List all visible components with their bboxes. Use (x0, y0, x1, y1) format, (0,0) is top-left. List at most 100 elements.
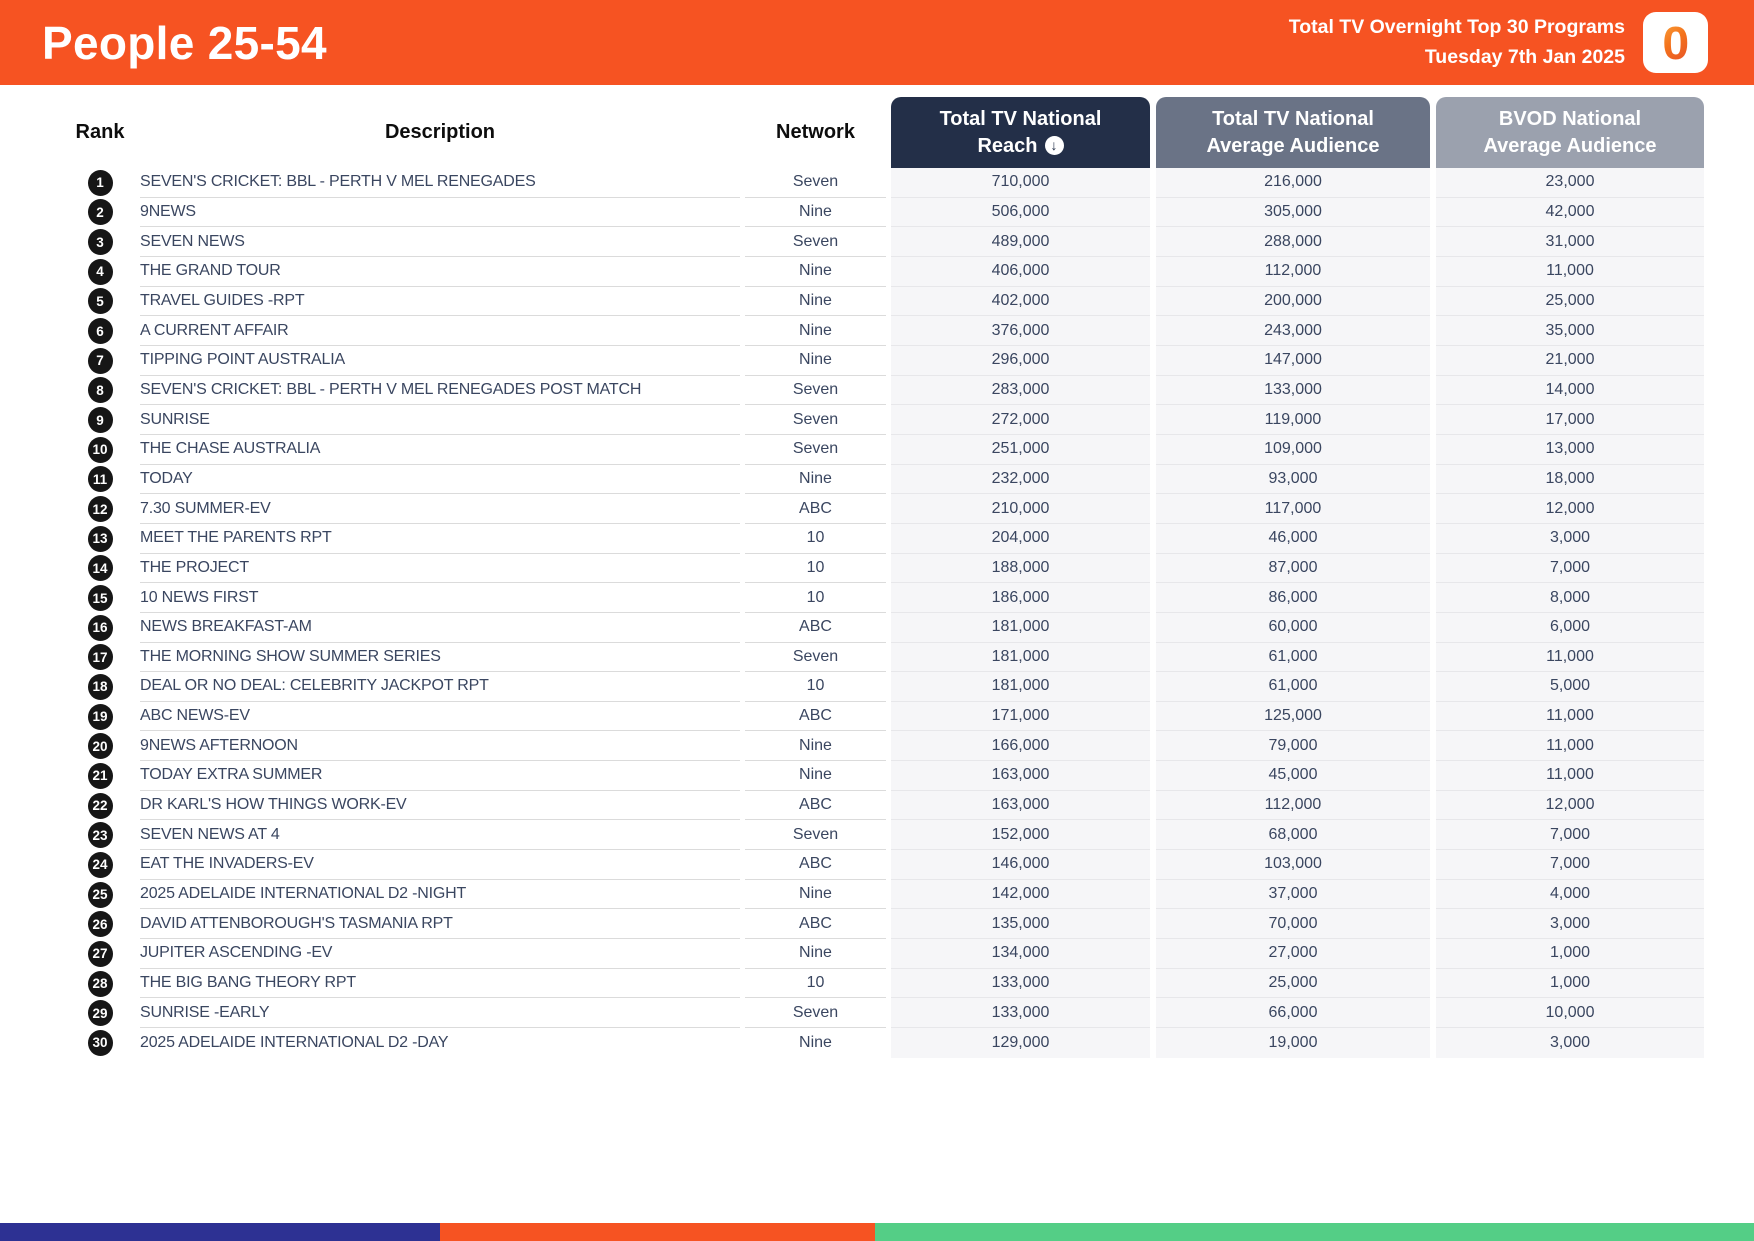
rank-badge: 15 (87, 585, 113, 612)
rank-cell: 10 (60, 435, 140, 465)
bvod-average-audience-value: 7,000 (1436, 850, 1704, 880)
total-tv-average-audience-value: 45,000 (1156, 761, 1430, 791)
description-cell: EAT THE INVADERS-EV (140, 850, 740, 880)
total-tv-reach-value: 181,000 (891, 612, 1150, 643)
description-cell: 9NEWS AFTERNOON (140, 731, 740, 762)
rank-cell: 5 (60, 287, 140, 317)
column-header-network: Network (776, 121, 855, 143)
description-cell: MEET THE PARENTS RPT (140, 524, 740, 554)
total-tv-reach-value: 406,000 (891, 256, 1150, 287)
rank-badge: 19 (87, 703, 113, 730)
bvod-average-audience-value: 1,000 (1436, 968, 1704, 999)
rank-badge: 26 (87, 911, 113, 938)
bvod-average-audience-value: 11,000 (1436, 256, 1704, 287)
bvod-average-audience-value: 18,000 (1436, 464, 1704, 495)
table-row: 6 A CURRENT AFFAIR Nine 376,000 243,000 35,00… (60, 316, 1704, 346)
rank-badge: 18 (87, 673, 113, 700)
description-cell: DAVID ATTENBOROUGH'S TASMANIA RPT (140, 909, 740, 940)
rank-badge: 30 (87, 1029, 113, 1056)
bvod-average-audience-value: 1,000 (1436, 939, 1704, 969)
rank-badge: 11 (87, 466, 113, 493)
total-tv-reach-value: 171,000 (891, 701, 1150, 732)
total-tv-reach-value: 163,000 (891, 761, 1150, 791)
description-cell: TODAY EXTRA SUMMER (140, 761, 740, 791)
bvod-average-audience-value: 11,000 (1436, 731, 1704, 762)
table-row: 21 TODAY EXTRA SUMMER Nine 163,000 45,000 11,… (60, 761, 1704, 791)
rank-badge: 7 (87, 347, 113, 374)
column-header-total-tv-reach[interactable]: Total TV National Reach ↓ (891, 97, 1150, 168)
network-cell: Seven (745, 820, 886, 851)
rank-cell: 27 (60, 939, 140, 969)
report-subtitle: Total TV Overnight Top 30 Programs Tuesd… (1289, 13, 1625, 72)
network-cell: Nine (745, 880, 886, 910)
bvod-average-audience-value: 10,000 (1436, 998, 1704, 1029)
total-tv-average-audience-value: 112,000 (1156, 790, 1430, 821)
description-cell: SEVEN'S CRICKET: BBL - PERTH V MEL RENEG… (140, 168, 740, 198)
rank-badge: 2 (87, 199, 113, 226)
rank-badge: 21 (87, 762, 113, 789)
description-cell: ABC NEWS-EV (140, 702, 740, 732)
total-tv-reach-value: 133,000 (891, 968, 1150, 999)
total-tv-reach-value: 272,000 (891, 405, 1150, 435)
table-row: 1 SEVEN'S CRICKET: BBL - PERTH V MEL RENE… (60, 168, 1704, 198)
total-tv-reach-value: 134,000 (891, 939, 1150, 969)
total-tv-reach-value: 402,000 (891, 286, 1150, 317)
total-tv-average-audience-value: 70,000 (1156, 909, 1430, 940)
total-tv-reach-value: 251,000 (891, 434, 1150, 465)
rank-cell: 26 (60, 909, 140, 939)
total-tv-reach-value: 129,000 (891, 1028, 1150, 1058)
total-tv-average-audience-value: 93,000 (1156, 464, 1430, 495)
bvod-average-audience-value: 3,000 (1436, 909, 1704, 940)
network-cell: Seven (745, 998, 886, 1029)
bvod-average-audience-value: 11,000 (1436, 761, 1704, 791)
description-cell: SEVEN NEWS AT 4 (140, 820, 740, 851)
rank-cell: 22 (60, 791, 140, 821)
network-cell: Nine (799, 1033, 832, 1051)
rank-badge: 14 (87, 555, 113, 582)
table-row: 14 THE PROJECT 10 188,000 87,000 7,000 (60, 553, 1704, 584)
table-row: 25 2025 ADELAIDE INTERNATIONAL D2 -NIGHT N… (60, 879, 1704, 910)
table-row: 13 MEET THE PARENTS RPT 10 204,000 46,000 3,0… (60, 523, 1704, 554)
bvod-average-audience-value: 42,000 (1436, 197, 1704, 228)
total-tv-average-audience-value: 119,000 (1156, 405, 1430, 435)
table-row: 4 THE GRAND TOUR Nine 406,000 112,000 11,000 (60, 256, 1704, 287)
total-tv-reach-value: 204,000 (891, 523, 1150, 554)
total-tv-reach-value: 135,000 (891, 909, 1150, 940)
network-cell: ABC (745, 494, 886, 524)
rank-badge: 27 (87, 940, 113, 967)
description-cell: 9NEWS (140, 198, 740, 228)
rank-cell: 21 (60, 761, 140, 791)
description-cell: THE CHASE AUSTRALIA (140, 435, 740, 465)
footer-color-bar (0, 1223, 1754, 1241)
table-row: 11 TODAY Nine 232,000 93,000 18,000 (60, 464, 1704, 495)
total-tv-average-audience-value: 103,000 (1156, 850, 1430, 880)
total-tv-reach-value: 376,000 (891, 316, 1150, 346)
bvod-average-audience-value: 11,000 (1436, 701, 1704, 732)
description-cell: 10 NEWS FIRST (140, 583, 740, 613)
description-cell: TRAVEL GUIDES -RPT (140, 287, 740, 317)
bvod-average-audience-value: 25,000 (1436, 286, 1704, 317)
rank-badge: 6 (87, 318, 113, 345)
network-cell: 10 (745, 554, 886, 584)
rank-cell: 12 (60, 494, 140, 524)
total-tv-average-audience-value: 243,000 (1156, 316, 1430, 346)
rank-cell: 15 (60, 583, 140, 613)
network-cell: ABC (745, 613, 886, 643)
network-cell: Seven (745, 376, 886, 406)
description-cell: SEVEN NEWS (140, 227, 740, 257)
bvod-average-audience-value: 4,000 (1436, 879, 1704, 910)
bvod-average-audience-value: 31,000 (1436, 227, 1704, 257)
network-cell: Seven (745, 168, 886, 198)
table-row: 24 EAT THE INVADERS-EV ABC 146,000 103,000 7,… (60, 850, 1704, 880)
rank-cell: 14 (60, 554, 140, 584)
sort-descending-icon[interactable]: ↓ (1044, 136, 1064, 156)
total-tv-reach-value: 188,000 (891, 553, 1150, 584)
description-cell: 2025 ADELAIDE INTERNATIONAL D2 -NIGHT (140, 880, 740, 910)
table-header-row: Rank Description Network Total TV Nation… (60, 97, 1704, 168)
column-header-description: Description (384, 121, 496, 143)
total-tv-reach-value: 133,000 (891, 998, 1150, 1029)
total-tv-average-audience-value: 86,000 (1156, 583, 1430, 613)
bvod-average-audience-value: 17,000 (1436, 405, 1704, 435)
network-cell: Nine (745, 761, 886, 791)
table-row: 28 THE BIG BANG THEORY RPT 10 133,000 25,000… (60, 968, 1704, 999)
